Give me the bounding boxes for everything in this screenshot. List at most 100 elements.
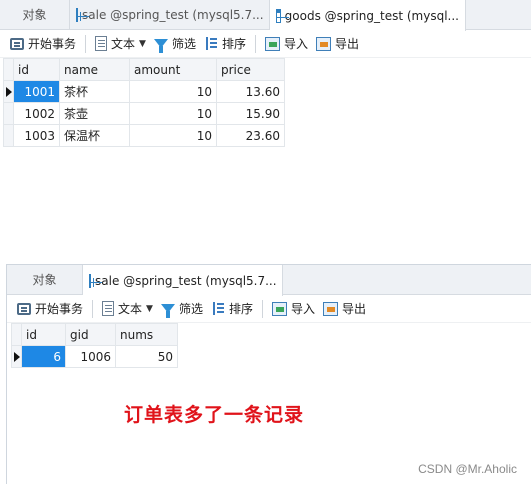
button-label: 导入 <box>283 37 308 51</box>
divider <box>85 34 87 53</box>
import-icon <box>264 36 280 51</box>
sale-data-grid: id gid nums 6 1006 50 <box>11 323 178 368</box>
table-row[interactable]: 1002 茶壶 10 15.90 <box>3 102 285 125</box>
table-row[interactable]: 1001 茶杯 10 13.60 <box>3 80 285 103</box>
transaction-icon <box>17 302 31 315</box>
button-label: 文本 <box>118 302 143 316</box>
current-row-arrow-icon <box>14 352 20 362</box>
column-header-amount[interactable]: amount <box>129 58 217 81</box>
button-label: 导出 <box>335 37 360 51</box>
divider <box>92 299 94 318</box>
table-row[interactable]: 1003 保温杯 10 23.60 <box>3 124 285 147</box>
header-row: id name amount price <box>3 58 285 81</box>
cell-price[interactable]: 23.60 <box>216 124 285 147</box>
row-indicator <box>3 124 14 147</box>
column-header-nums[interactable]: nums <box>115 323 178 346</box>
begin-transaction-button[interactable]: 开始事务 <box>13 297 87 321</box>
transaction-icon <box>10 37 24 50</box>
cell-name[interactable]: 茶壶 <box>59 102 130 125</box>
sort-button[interactable]: 排序 <box>207 297 257 321</box>
column-header-gid[interactable]: gid <box>65 323 116 346</box>
tab-label: goods @spring_test (mysql... <box>284 8 459 23</box>
filter-button[interactable]: 筛选 <box>150 32 200 56</box>
button-label: 开始事务 <box>28 37 77 51</box>
cell-amount[interactable]: 10 <box>129 80 217 103</box>
row-indicator <box>11 345 22 368</box>
annotation-text: 订单表多了一条记录 <box>124 404 305 426</box>
row-indicator <box>3 80 14 103</box>
toolbar: 开始事务 文本 ▼ 筛选 排序 导入 导出 <box>7 295 531 323</box>
text-button[interactable]: 文本 ▼ <box>98 297 157 321</box>
text-button[interactable]: 文本 ▼ <box>91 32 150 56</box>
column-header-id[interactable]: id <box>21 323 66 346</box>
table-row[interactable]: 6 1006 50 <box>11 345 178 368</box>
cell-amount[interactable]: 10 <box>129 102 217 125</box>
toolbar: 开始事务 文本 ▼ 筛选 排序 导入 导出 <box>0 30 531 58</box>
sort-icon <box>204 36 218 51</box>
table-icon <box>76 7 89 22</box>
row-indicator <box>3 102 14 125</box>
cell-price[interactable]: 15.90 <box>216 102 285 125</box>
sale-table-window: 对象 sale @spring_test (mysql5.7... 开始事务 文… <box>6 264 531 484</box>
button-label: 导出 <box>342 302 367 316</box>
table-icon <box>276 8 289 23</box>
filter-button[interactable]: 筛选 <box>157 297 207 321</box>
cell-gid[interactable]: 1006 <box>65 345 116 368</box>
button-label: 筛选 <box>178 302 203 316</box>
import-button[interactable]: 导入 <box>268 297 319 321</box>
begin-transaction-button[interactable]: 开始事务 <box>6 32 80 56</box>
cell-name[interactable]: 茶杯 <box>59 80 130 103</box>
button-label: 筛选 <box>171 37 196 51</box>
column-header-id[interactable]: id <box>13 58 60 81</box>
button-label: 导入 <box>290 302 315 316</box>
cell-id[interactable]: 1001 <box>13 80 60 103</box>
cell-nums[interactable]: 50 <box>115 345 178 368</box>
tab-bar: 对象 sale @spring_test (mysql5.7... <box>7 265 531 296</box>
table-icon <box>89 273 102 288</box>
row-indicator-header <box>11 323 22 346</box>
divider <box>261 299 263 318</box>
sort-button[interactable]: 排序 <box>200 32 250 56</box>
export-button[interactable]: 导出 <box>319 297 370 321</box>
tab-goods[interactable]: goods @spring_test (mysql... <box>270 0 466 31</box>
export-button[interactable]: 导出 <box>312 32 363 56</box>
column-header-price[interactable]: price <box>216 58 285 81</box>
tab-label: 对象 <box>22 8 47 22</box>
tab-objects[interactable]: 对象 <box>7 265 83 294</box>
document-icon <box>95 36 108 51</box>
filter-icon <box>153 39 168 53</box>
cell-amount[interactable]: 10 <box>129 124 217 147</box>
tab-objects[interactable]: 对象 <box>0 0 70 29</box>
button-label: 排序 <box>228 302 253 316</box>
cell-price[interactable]: 13.60 <box>216 80 285 103</box>
current-row-arrow-icon <box>6 87 12 97</box>
tab-sale[interactable]: sale @spring_test (mysql5.7... <box>83 265 283 296</box>
tab-label: 对象 <box>32 273 57 287</box>
header-row: id gid nums <box>11 323 178 346</box>
cell-id[interactable]: 6 <box>21 345 66 368</box>
sort-icon <box>211 301 225 316</box>
row-indicator-header <box>3 58 14 81</box>
tab-label: sale @spring_test (mysql5.7... <box>82 7 264 22</box>
chevron-down-icon: ▼ <box>139 38 146 49</box>
tab-sale[interactable]: sale @spring_test (mysql5.7... <box>70 0 270 29</box>
tab-label: sale @spring_test (mysql5.7... <box>95 273 277 288</box>
watermark: CSDN @Mr.Aholic <box>418 462 517 476</box>
cell-id[interactable]: 1002 <box>13 102 60 125</box>
export-icon <box>316 36 331 51</box>
cell-id[interactable]: 1003 <box>13 124 60 147</box>
goods-table-window: 对象 sale @spring_test (mysql5.7... goods … <box>0 0 531 262</box>
column-header-name[interactable]: name <box>59 58 130 81</box>
import-button[interactable]: 导入 <box>261 32 312 56</box>
button-label: 文本 <box>111 37 136 51</box>
document-icon <box>102 301 115 316</box>
button-label: 排序 <box>221 37 246 51</box>
filter-icon <box>160 304 175 318</box>
chevron-down-icon: ▼ <box>146 303 153 314</box>
import-icon <box>271 301 287 316</box>
tab-bar: 对象 sale @spring_test (mysql5.7... goods … <box>0 0 531 31</box>
divider <box>254 34 256 53</box>
cell-name[interactable]: 保温杯 <box>59 124 130 147</box>
export-icon <box>323 301 338 316</box>
button-label: 开始事务 <box>35 302 84 316</box>
